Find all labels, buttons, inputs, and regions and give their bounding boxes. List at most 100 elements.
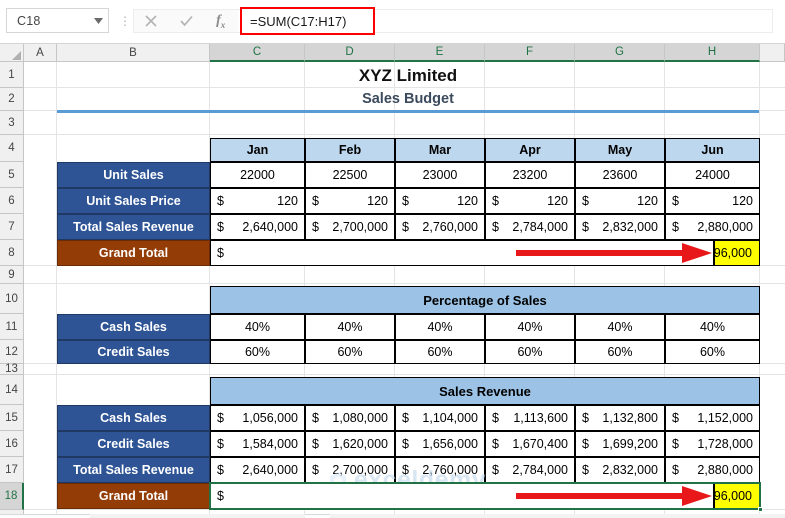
table-cell[interactable]: 60% xyxy=(395,340,485,364)
table-cell[interactable]: $120 xyxy=(575,188,665,214)
table-cell[interactable]: $120 xyxy=(210,188,305,214)
column-header-a[interactable]: A xyxy=(24,44,57,62)
cell-value: 1,584,000 xyxy=(242,437,298,451)
table-cell[interactable]: 24000 xyxy=(665,162,760,188)
cell-value: 120 xyxy=(637,194,658,208)
table-cell[interactable]: 60% xyxy=(665,340,760,364)
table-cell[interactable]: $2,700,000 xyxy=(305,457,395,483)
table-cell[interactable]: 40% xyxy=(210,314,305,340)
table-cell[interactable]: $2,760,000 xyxy=(395,214,485,240)
table-cell[interactable]: $1,113,600 xyxy=(485,405,575,431)
table-cell[interactable]: $2,880,000 xyxy=(665,457,760,483)
table-cell[interactable]: $2,832,000 xyxy=(575,214,665,240)
currency-symbol: $ xyxy=(217,437,224,451)
cell-value: 2,832,000 xyxy=(602,220,658,234)
chevron-down-icon[interactable] xyxy=(88,9,108,32)
row-header-5[interactable]: 5 xyxy=(0,162,24,188)
table-cell[interactable]: $1,584,000 xyxy=(210,431,305,457)
table-cell[interactable]: $120 xyxy=(485,188,575,214)
table-cell[interactable]: $1,104,000 xyxy=(395,405,485,431)
table-cell[interactable]: 22500 xyxy=(305,162,395,188)
cell-value: 120 xyxy=(547,194,568,208)
name-box[interactable]: C18 xyxy=(6,8,109,33)
row-header-1[interactable]: 1 xyxy=(0,62,24,88)
row-header-2[interactable]: 2 xyxy=(0,88,24,111)
column-header-c[interactable]: C xyxy=(210,44,305,62)
currency-symbol: $ xyxy=(582,220,589,234)
table-cell[interactable]: $2,784,000 xyxy=(485,214,575,240)
column-header-h[interactable]: H xyxy=(665,44,760,62)
row-header-6[interactable]: 6 xyxy=(0,188,24,214)
fx-insert-function-icon[interactable]: fx xyxy=(203,10,238,32)
table-cell[interactable]: 60% xyxy=(575,340,665,364)
table-cell[interactable]: $1,132,800 xyxy=(575,405,665,431)
table-cell[interactable]: 23000 xyxy=(395,162,485,188)
formula-bar-actions: fx xyxy=(133,9,238,33)
section-banner-sales-revenue: Sales Revenue xyxy=(210,377,760,405)
table-cell[interactable]: $2,640,000 xyxy=(210,214,305,240)
table-cell[interactable]: $2,760,000 xyxy=(395,457,485,483)
annotation-arrow-top xyxy=(516,243,716,265)
row-header-7[interactable]: 7 xyxy=(0,214,24,240)
row-header-15[interactable]: 15 xyxy=(0,405,24,431)
table-cell[interactable]: $1,080,000 xyxy=(305,405,395,431)
table-cell[interactable]: $2,784,000 xyxy=(485,457,575,483)
table-cell[interactable]: $1,699,200 xyxy=(575,431,665,457)
table-cell[interactable]: 40% xyxy=(485,314,575,340)
row-header-18[interactable]: 18 xyxy=(0,483,24,510)
sheet-tab-area[interactable] xyxy=(90,514,305,518)
table-cell[interactable]: $2,700,000 xyxy=(305,214,395,240)
grand-total-value-highlight-2[interactable]: 16,596,000 xyxy=(714,483,760,509)
table-cell[interactable]: 60% xyxy=(485,340,575,364)
grand-total-value-highlight[interactable]: 16,596,000 xyxy=(714,240,760,266)
row-header-16[interactable]: 16 xyxy=(0,431,24,457)
table-cell[interactable]: 40% xyxy=(665,314,760,340)
table-cell[interactable]: $1,620,000 xyxy=(305,431,395,457)
row-header-8[interactable]: 8 xyxy=(0,240,24,266)
table-cell[interactable]: $2,880,000 xyxy=(665,214,760,240)
table-cell[interactable]: $120 xyxy=(395,188,485,214)
table-cell[interactable]: $2,832,000 xyxy=(575,457,665,483)
selection-fill-handle[interactable] xyxy=(758,507,763,512)
row-header-11[interactable]: 11 xyxy=(0,314,24,340)
table-cell[interactable]: 60% xyxy=(305,340,395,364)
table-cell[interactable]: 60% xyxy=(210,340,305,364)
select-all-triangle-icon xyxy=(12,51,21,60)
column-header-e[interactable]: E xyxy=(395,44,485,62)
select-all-corner[interactable] xyxy=(0,44,24,62)
checkmark-icon[interactable] xyxy=(169,10,204,32)
table-cell[interactable]: $120 xyxy=(305,188,395,214)
table-cell[interactable]: $1,152,000 xyxy=(665,405,760,431)
table-cell[interactable]: 40% xyxy=(575,314,665,340)
row-header-10[interactable]: 10 xyxy=(0,284,24,314)
row-label-cash-sales: Cash Sales xyxy=(57,405,210,431)
table-cell[interactable]: 40% xyxy=(305,314,395,340)
row-header-17[interactable]: 17 xyxy=(0,457,24,483)
table-cell[interactable]: 40% xyxy=(395,314,485,340)
row-header-9[interactable]: 9 xyxy=(0,266,24,284)
table-cell[interactable]: $2,640,000 xyxy=(210,457,305,483)
row-header-4[interactable]: 4 xyxy=(0,135,24,162)
table-cell[interactable]: 23600 xyxy=(575,162,665,188)
table-cell[interactable]: $1,056,000 xyxy=(210,405,305,431)
cell-value: 120 xyxy=(732,194,753,208)
column-header-f[interactable]: F xyxy=(485,44,575,62)
row-header-14[interactable]: 14 xyxy=(0,375,24,405)
cancel-x-icon[interactable] xyxy=(134,10,169,32)
table-cell[interactable]: $1,728,000 xyxy=(665,431,760,457)
column-header-g[interactable]: G xyxy=(575,44,665,62)
currency-symbol: $ xyxy=(402,220,409,234)
table-cell[interactable]: 22000 xyxy=(210,162,305,188)
row-header-3[interactable]: 3 xyxy=(0,111,24,135)
column-header-b[interactable]: B xyxy=(57,44,210,62)
table-cell[interactable]: $1,656,000 xyxy=(395,431,485,457)
row-label-cash-sales-pct: Cash Sales xyxy=(57,314,210,340)
table-cell[interactable]: $120 xyxy=(665,188,760,214)
table-cell[interactable]: 23200 xyxy=(485,162,575,188)
row-header-12[interactable]: 12 xyxy=(0,340,24,364)
row-header-13[interactable]: 13 xyxy=(0,364,24,375)
sheet-tab-area-2[interactable] xyxy=(330,514,785,518)
row-label-total-sales-revenue: Total Sales Revenue xyxy=(57,214,210,240)
table-cell[interactable]: $1,670,400 xyxy=(485,431,575,457)
column-header-d[interactable]: D xyxy=(305,44,395,62)
